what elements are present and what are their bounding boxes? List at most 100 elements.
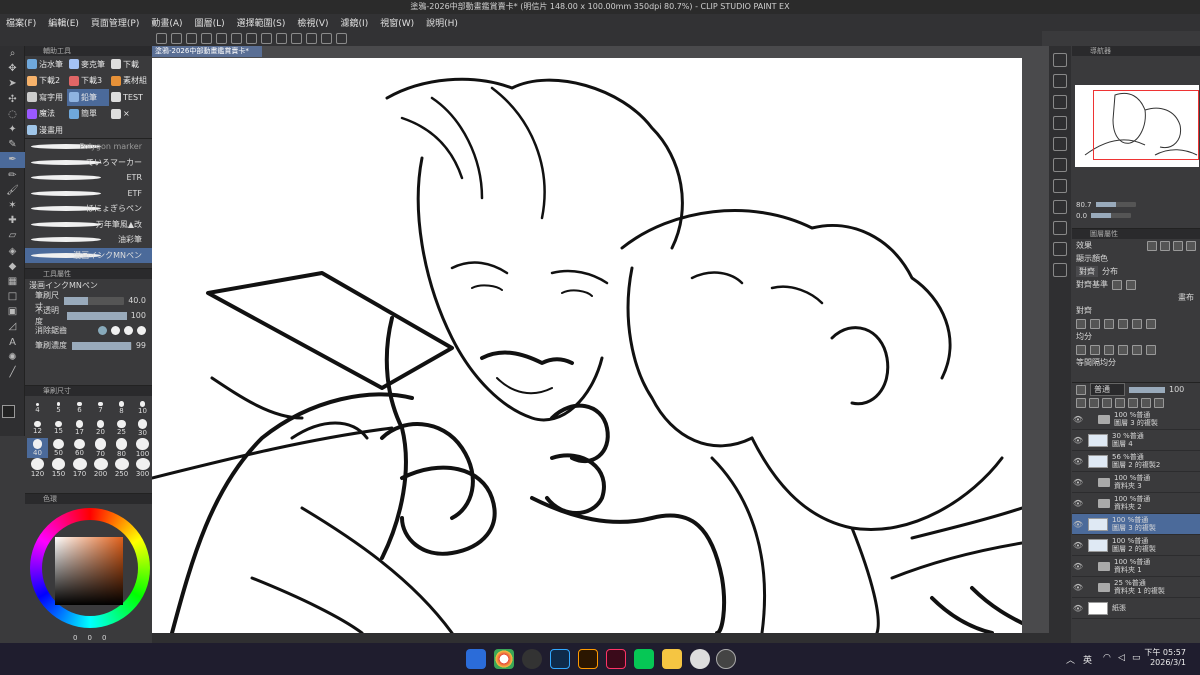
brush-size-option[interactable]: 30 — [132, 418, 153, 438]
pen-tool-icon[interactable]: ✒ — [0, 152, 25, 168]
align-right-icon[interactable] — [1104, 318, 1114, 329]
tab-align[interactable]: 對齊 — [1076, 266, 1098, 277]
visibility-eye-icon[interactable]: 👁 — [1072, 457, 1084, 466]
layer-row[interactable]: 👁 紙張 — [1072, 598, 1200, 619]
subtool-item[interactable]: TEST — [109, 89, 151, 106]
layer-new-icon[interactable] — [1128, 397, 1138, 408]
material-icon[interactable] — [1053, 242, 1067, 256]
brush-size-option[interactable]: 170 — [69, 458, 90, 478]
angle-slider[interactable] — [1091, 213, 1132, 218]
layer-row[interactable]: 👁 100 %普通 圖層 2 的複製 — [1072, 535, 1200, 556]
tab-distribute[interactable]: 分布 — [1102, 266, 1118, 277]
ruler-tool-icon[interactable]: ◿ — [0, 319, 25, 334]
brush-item[interactable]: Polygon marker — [25, 139, 152, 155]
brush-item[interactable]: ていろマーカー — [25, 155, 152, 171]
zoom-slider[interactable] — [1095, 202, 1136, 207]
layer-clip-icon[interactable] — [1089, 397, 1099, 408]
align-top-icon[interactable] — [1118, 318, 1128, 329]
subtool-item[interactable]: × — [109, 106, 151, 123]
distribute-icon[interactable] — [1090, 344, 1100, 355]
battery-icon[interactable]: ▭ — [1132, 653, 1141, 663]
brush-size-option[interactable]: 25 — [111, 418, 132, 438]
effect-icon[interactable] — [1147, 240, 1157, 251]
layer-settings-icon[interactable] — [1076, 384, 1086, 395]
material-icon[interactable] — [1053, 200, 1067, 214]
layer-lock-icon[interactable] — [1076, 397, 1086, 408]
auto-select-tool-icon[interactable]: ✦ — [0, 122, 25, 137]
distribute-icon[interactable] — [1076, 344, 1086, 355]
layer-row[interactable]: 👁 100 %普通 圖層 3 的複製 — [1072, 409, 1200, 430]
subtool-item[interactable]: 魔法 — [25, 106, 67, 123]
align-middle-icon[interactable] — [1132, 318, 1142, 329]
main-sub-color[interactable] — [2, 405, 22, 435]
clock[interactable]: 下午 05:57 2026/3/1 — [1144, 648, 1186, 668]
frame-tool-icon[interactable]: ▣ — [0, 304, 25, 319]
brush-size-option[interactable]: 6 — [69, 398, 90, 418]
tray-chevron-icon[interactable]: ︿ — [1066, 653, 1075, 666]
search-icon[interactable] — [1053, 53, 1067, 67]
visibility-eye-icon[interactable]: 👁 — [1072, 604, 1084, 613]
visibility-eye-icon[interactable]: 👁 — [1072, 478, 1084, 487]
brush-tool-icon[interactable]: 🖌 — [0, 183, 25, 198]
distribute-icon[interactable] — [1132, 344, 1142, 355]
layer-folder-icon[interactable] — [1141, 397, 1151, 408]
saturation-value-square[interactable] — [55, 537, 123, 605]
transform-icon[interactable] — [246, 33, 257, 44]
distribute-icon[interactable] — [1118, 344, 1128, 355]
brush-size-option[interactable]: 50 — [48, 438, 69, 458]
distribute-icon[interactable] — [1104, 344, 1114, 355]
visibility-eye-icon[interactable]: 👁 — [1072, 583, 1084, 592]
pencil-tool-icon[interactable]: ✏ — [0, 168, 25, 183]
input-language[interactable]: 英 — [1083, 653, 1092, 666]
move-tool-icon[interactable]: ✥ — [0, 61, 25, 76]
brush-size-option[interactable]: 15 — [48, 418, 69, 438]
brush-size-option[interactable]: 250 — [111, 458, 132, 478]
brush-size-option[interactable]: 5 — [48, 398, 69, 418]
eraser-tool-icon[interactable]: ▱ — [0, 228, 25, 243]
subtool-item[interactable]: 下載 — [109, 56, 151, 73]
figure-tool-icon[interactable]: □ — [0, 289, 25, 304]
subtool-item[interactable]: 簡單 — [67, 106, 109, 123]
antialias-options[interactable] — [98, 326, 146, 335]
brush-size-option[interactable]: 40 — [27, 438, 48, 458]
clip-studio-icon[interactable] — [690, 649, 710, 669]
effect-icon[interactable] — [1160, 240, 1170, 251]
material-icon[interactable] — [1053, 137, 1067, 151]
start-icon[interactable] — [466, 649, 486, 669]
material-icon[interactable] — [1053, 158, 1067, 172]
brush-size-slider[interactable] — [64, 296, 125, 305]
layer-ref-icon[interactable] — [1102, 397, 1112, 408]
media-player-icon[interactable] — [522, 649, 542, 669]
brush-size-option[interactable]: 12 — [27, 418, 48, 438]
line-icon[interactable] — [634, 649, 654, 669]
align-center-icon[interactable] — [1090, 318, 1100, 329]
material-icon[interactable] — [1053, 263, 1067, 277]
decoration-tool-icon[interactable]: ✚ — [0, 213, 25, 228]
redo-icon[interactable] — [216, 33, 227, 44]
material-icon[interactable] — [1053, 74, 1067, 88]
canvas-paper[interactable] — [152, 58, 1022, 633]
menu-filter[interactable]: 濾鏡(I) — [335, 16, 375, 29]
layer-row[interactable]: 👁 100 %普通 資料夾 1 — [1072, 556, 1200, 577]
clear-icon[interactable] — [231, 33, 242, 44]
chrome-icon[interactable] — [494, 649, 514, 669]
subtool-item-selected[interactable]: 鉛筆 — [67, 89, 109, 106]
layer-row[interactable]: 👁 100 %普通 資料夾 3 — [1072, 472, 1200, 493]
brush-size-option[interactable]: 120 — [27, 458, 48, 478]
brush-size-option[interactable]: 4 — [27, 398, 48, 418]
brush-size-option[interactable]: 17 — [69, 418, 90, 438]
effect-icon[interactable] — [1186, 240, 1196, 251]
brush-size-option[interactable]: 20 — [90, 418, 111, 438]
volume-icon[interactable]: ◁ — [1118, 653, 1125, 663]
fill-tool-icon[interactable]: ◆ — [0, 259, 25, 274]
balloon-tool-icon[interactable]: ✺ — [0, 350, 25, 365]
main-color-swatch[interactable] — [2, 405, 15, 418]
align-base-icon[interactable] — [1112, 279, 1122, 290]
visibility-eye-icon[interactable]: 👁 — [1072, 436, 1084, 445]
airbrush-tool-icon[interactable]: ✶ — [0, 198, 25, 213]
menu-file[interactable]: 檔案(F) — [0, 16, 42, 29]
brush-size-option[interactable]: 10 — [132, 398, 153, 418]
settings-icon[interactable] — [336, 33, 347, 44]
visibility-eye-icon[interactable]: 👁 — [1072, 415, 1084, 424]
layer-row[interactable]: 👁 56 %普通 圖層 2 的複製2 — [1072, 451, 1200, 472]
